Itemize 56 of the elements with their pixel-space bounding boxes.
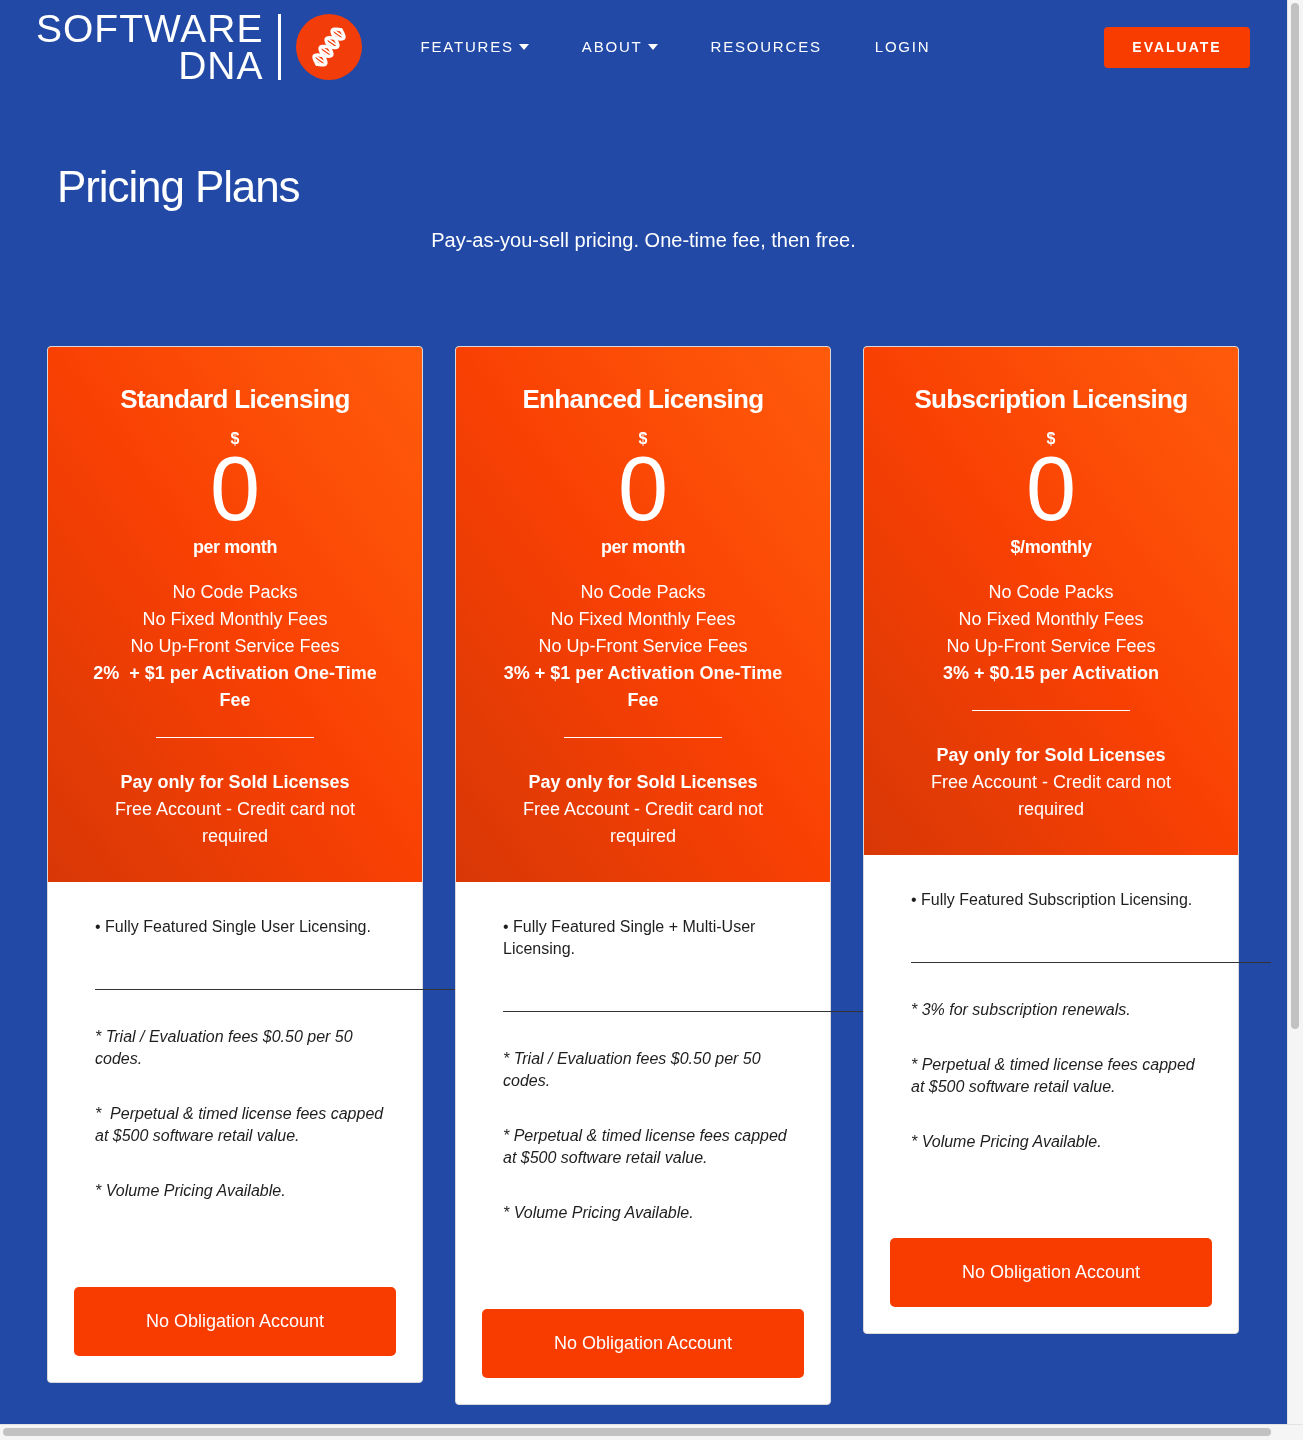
- page-title: Pricing Plans: [57, 161, 300, 213]
- feature-text: No Code Packs: [580, 581, 706, 604]
- footnote-text: * 3% for subscription renewals.: [911, 1000, 1132, 1020]
- price-amount: 0: [209, 449, 261, 529]
- nav-link[interactable]: RESOURCES: [710, 35, 822, 59]
- footnote-text: * Perpetual & timed license fees capped at $500 software retail value.: [503, 1126, 788, 1168]
- note-text: Free Account - Credit card not required: [113, 798, 357, 848]
- currency-symbol: $: [230, 429, 240, 449]
- feature-text: No Code Packs: [988, 581, 1114, 604]
- highlight-text: Pay only for Sold Licenses: [936, 744, 1166, 767]
- note-text: Free Account - Credit card not required: [521, 798, 765, 848]
- feature-text: No Code Packs: [172, 581, 298, 604]
- footnote-text: * Volume Pricing Available.: [911, 1132, 1103, 1152]
- feature-text: No Up-Front Service Fees: [130, 635, 340, 658]
- page-subtitle: Pay-as-you-sell pricing. One-time fee, then free.: [431, 228, 856, 253]
- footnote-text: * Volume Pricing Available.: [503, 1203, 695, 1223]
- feature-detail-text: • Fully Featured Subscription Licensing.: [910, 890, 1194, 910]
- price-period: $/monthly: [1010, 536, 1092, 559]
- feature-text: No Fixed Monthly Fees: [958, 608, 1144, 631]
- feature-detail-text: • Fully Featured Single + Multi-User Licensing.: [502, 917, 757, 959]
- dna-helix-icon: [295, 14, 362, 80]
- highlight-text: Pay only for Sold Licenses: [528, 771, 758, 794]
- nav-link[interactable]: LOGIN: [874, 35, 931, 59]
- price-amount: 0: [1025, 449, 1077, 529]
- footnote-text: * Trial / Evaluation fees $0.50 per 50 codes.: [503, 1049, 762, 1091]
- currency-symbol: $: [638, 429, 648, 449]
- footnote-text: * Volume Pricing Available.: [95, 1181, 287, 1201]
- footnote-text: * Perpetual & timed license fees capped at $500 software retail value.: [95, 1104, 385, 1146]
- signup-button[interactable]: No Obligation Account: [74, 1287, 396, 1356]
- note-text: Free Account - Credit card not required: [929, 771, 1173, 821]
- footnote-text: * Perpetual & timed license fees capped at $500 software retail value.: [911, 1055, 1196, 1097]
- plan-title: Enhanced Licensing: [522, 383, 764, 416]
- signup-button[interactable]: No Obligation Account: [482, 1309, 804, 1378]
- fee-text: 2% + $1 per Activation One-Time Fee: [92, 662, 378, 712]
- feature-text: No Fixed Monthly Fees: [550, 608, 736, 631]
- price-amount: 0: [617, 449, 669, 529]
- signup-button[interactable]: No Obligation Account: [890, 1238, 1212, 1307]
- scrollbar-thumb[interactable]: [1291, 3, 1299, 1029]
- scrollbar-thumb[interactable]: [3, 1428, 1271, 1436]
- feature-text: No Up-Front Service Fees: [538, 635, 748, 658]
- highlight-text: Pay only for Sold Licenses: [120, 771, 350, 794]
- plan-title: Subscription Licensing: [914, 383, 1188, 416]
- evaluate-button[interactable]: EVALUATE: [1104, 26, 1250, 68]
- nav-link[interactable]: ABOUT: [581, 35, 658, 59]
- plan-title: Standard Licensing: [120, 383, 350, 416]
- feature-detail-text: • Fully Featured Single User Licensing.: [94, 917, 372, 937]
- footnote-text: * Trial / Evaluation fees $0.50 per 50 codes.: [95, 1027, 354, 1069]
- logo-wordmark[interactable]: SOFTWARE DNA: [36, 10, 264, 84]
- price-period: per month: [193, 536, 277, 559]
- feature-text: No Up-Front Service Fees: [946, 635, 1156, 658]
- currency-symbol: $: [1046, 429, 1056, 449]
- price-period: per month: [601, 536, 685, 559]
- fee-text: 3% + $0.15 per Activation: [943, 662, 1159, 685]
- feature-text: No Fixed Monthly Fees: [142, 608, 328, 631]
- fee-text: 3% + $1 per Activation One-Time Fee: [502, 662, 784, 712]
- nav-link[interactable]: FEATURES: [420, 35, 529, 59]
